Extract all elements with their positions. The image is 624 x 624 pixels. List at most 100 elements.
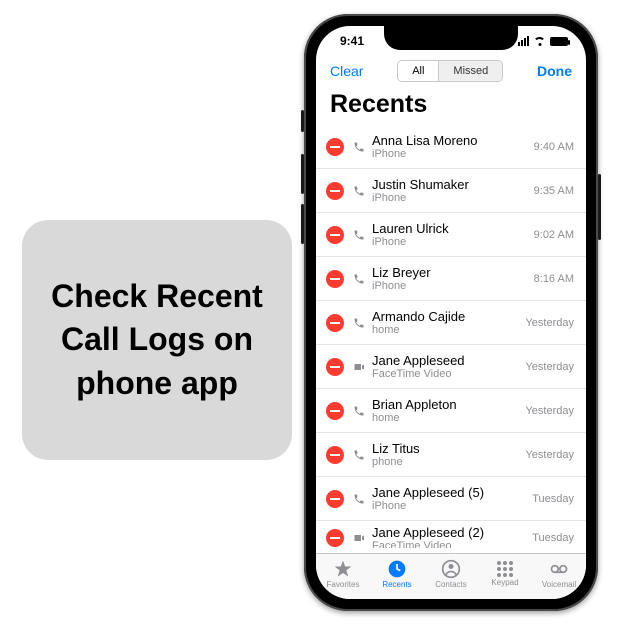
call-time: Tuesday [532, 532, 574, 544]
call-time: 8:16 AM [534, 273, 574, 285]
call-info: Justin ShumakeriPhone [372, 177, 528, 204]
call-row[interactable]: Brian Appletonhome Yesterday [316, 389, 586, 433]
delete-icon[interactable] [326, 270, 344, 288]
call-time: Yesterday [525, 317, 574, 329]
volume-up-button [301, 154, 304, 194]
caller-name: Jane Appleseed (2) [372, 525, 526, 540]
phone-outgoing-icon [352, 492, 366, 506]
star-icon [333, 559, 353, 579]
tab-label: Contacts [435, 580, 467, 589]
voicemail-icon [549, 559, 569, 579]
clear-button[interactable]: Clear [330, 63, 363, 79]
tab-label: Keypad [491, 578, 518, 587]
iphone-frame: 9:41 Clear All Missed Done Recents Anna … [304, 14, 598, 611]
call-row[interactable]: Liz Titusphone Yesterday [316, 433, 586, 477]
recents-list[interactable]: Anna Lisa MorenoiPhone9:40 AMJustin Shum… [316, 125, 586, 548]
keypad-icon [497, 561, 513, 577]
segment-missed[interactable]: Missed [438, 61, 502, 81]
phone-screen: 9:41 Clear All Missed Done Recents Anna … [316, 26, 586, 599]
delete-icon[interactable] [326, 446, 344, 464]
call-source: FaceTime Video [372, 368, 519, 380]
instruction-caption: Check Recent Call Logs on phone app [22, 220, 292, 460]
tab-contacts[interactable]: Contacts [424, 554, 478, 593]
call-source: phone [372, 456, 519, 468]
call-source: home [372, 324, 519, 336]
delete-icon[interactable] [326, 182, 344, 200]
status-time: 9:41 [340, 34, 364, 48]
delete-icon[interactable] [326, 358, 344, 376]
call-info: Jane Appleseed (5)iPhone [372, 485, 526, 512]
tab-recents[interactable]: Recents [370, 554, 424, 593]
tab-label: Recents [382, 580, 411, 589]
battery-icon [550, 37, 568, 46]
call-row[interactable]: Jane AppleseedFaceTime Video Yesterday [316, 345, 586, 389]
call-info: Brian Appletonhome [372, 397, 519, 424]
tab-bar: Favorites Recents Contacts Keypad Voicem… [316, 553, 586, 599]
phone-outgoing-icon [352, 272, 366, 286]
call-time: 9:40 AM [534, 141, 574, 153]
call-time: 9:35 AM [534, 185, 574, 197]
filter-segmented-control[interactable]: All Missed [397, 60, 503, 82]
notch [384, 26, 518, 50]
call-time: Yesterday [525, 405, 574, 417]
call-time: Yesterday [525, 449, 574, 461]
caption-text: Check Recent Call Logs on phone app [30, 275, 284, 405]
call-time: Yesterday [525, 361, 574, 373]
tab-voicemail[interactable]: Voicemail [532, 554, 586, 593]
video-icon [352, 360, 366, 374]
caller-name: Anna Lisa Moreno [372, 133, 528, 148]
status-indicators [518, 36, 568, 46]
phone-outgoing-icon [352, 316, 366, 330]
contact-icon [441, 559, 461, 579]
video-icon [352, 531, 366, 545]
delete-icon[interactable] [326, 226, 344, 244]
call-source: iPhone [372, 148, 528, 160]
call-row[interactable]: Armando Cajidehome Yesterday [316, 301, 586, 345]
call-info: Liz Titusphone [372, 441, 519, 468]
call-info: Jane AppleseedFaceTime Video [372, 353, 519, 380]
wifi-icon [533, 37, 546, 46]
caller-name: Jane Appleseed [372, 353, 519, 368]
delete-icon[interactable] [326, 138, 344, 156]
delete-icon[interactable] [326, 529, 344, 547]
phone-outgoing-icon [352, 184, 366, 198]
call-info: Lauren UlrickiPhone [372, 221, 528, 248]
call-row[interactable]: Liz BreyeriPhone 8:16 AM [316, 257, 586, 301]
caller-name: Liz Breyer [372, 265, 528, 280]
call-row[interactable]: Jane Appleseed (5)iPhone Tuesday [316, 477, 586, 521]
call-time: Tuesday [532, 493, 574, 505]
call-row[interactable]: Jane Appleseed (2)FaceTime Video Tuesday [316, 521, 586, 548]
delete-icon[interactable] [326, 490, 344, 508]
call-source: iPhone [372, 236, 528, 248]
call-row[interactable]: Lauren UlrickiPhone 9:02 AM [316, 213, 586, 257]
caller-name: Jane Appleseed (5) [372, 485, 526, 500]
phone-outgoing-icon [352, 228, 366, 242]
call-row[interactable]: Justin ShumakeriPhone 9:35 AM [316, 169, 586, 213]
call-info: Anna Lisa MorenoiPhone [372, 133, 528, 160]
phone-outgoing-icon [352, 448, 366, 462]
call-info: Liz BreyeriPhone [372, 265, 528, 292]
call-source: iPhone [372, 280, 528, 292]
call-row[interactable]: Anna Lisa MorenoiPhone 9:40 AM [316, 125, 586, 169]
call-time: 9:02 AM [534, 229, 574, 241]
delete-icon[interactable] [326, 402, 344, 420]
clock-icon [387, 559, 407, 579]
power-button [598, 174, 601, 240]
call-source: FaceTime Video [372, 540, 526, 549]
call-source: home [372, 412, 519, 424]
done-button[interactable]: Done [537, 63, 572, 79]
volume-down-button [301, 204, 304, 244]
caller-name: Armando Cajide [372, 309, 519, 324]
page-title: Recents [316, 88, 586, 125]
cellular-signal-icon [518, 36, 529, 46]
delete-icon[interactable] [326, 314, 344, 332]
mute-switch [301, 110, 304, 132]
call-source: iPhone [372, 192, 528, 204]
tab-favorites[interactable]: Favorites [316, 554, 370, 593]
call-info: Jane Appleseed (2)FaceTime Video [372, 525, 526, 549]
segment-all[interactable]: All [398, 61, 438, 81]
phone-outgoing-icon [352, 404, 366, 418]
tab-keypad[interactable]: Keypad [478, 554, 532, 593]
caller-name: Brian Appleton [372, 397, 519, 412]
caller-name: Lauren Ulrick [372, 221, 528, 236]
